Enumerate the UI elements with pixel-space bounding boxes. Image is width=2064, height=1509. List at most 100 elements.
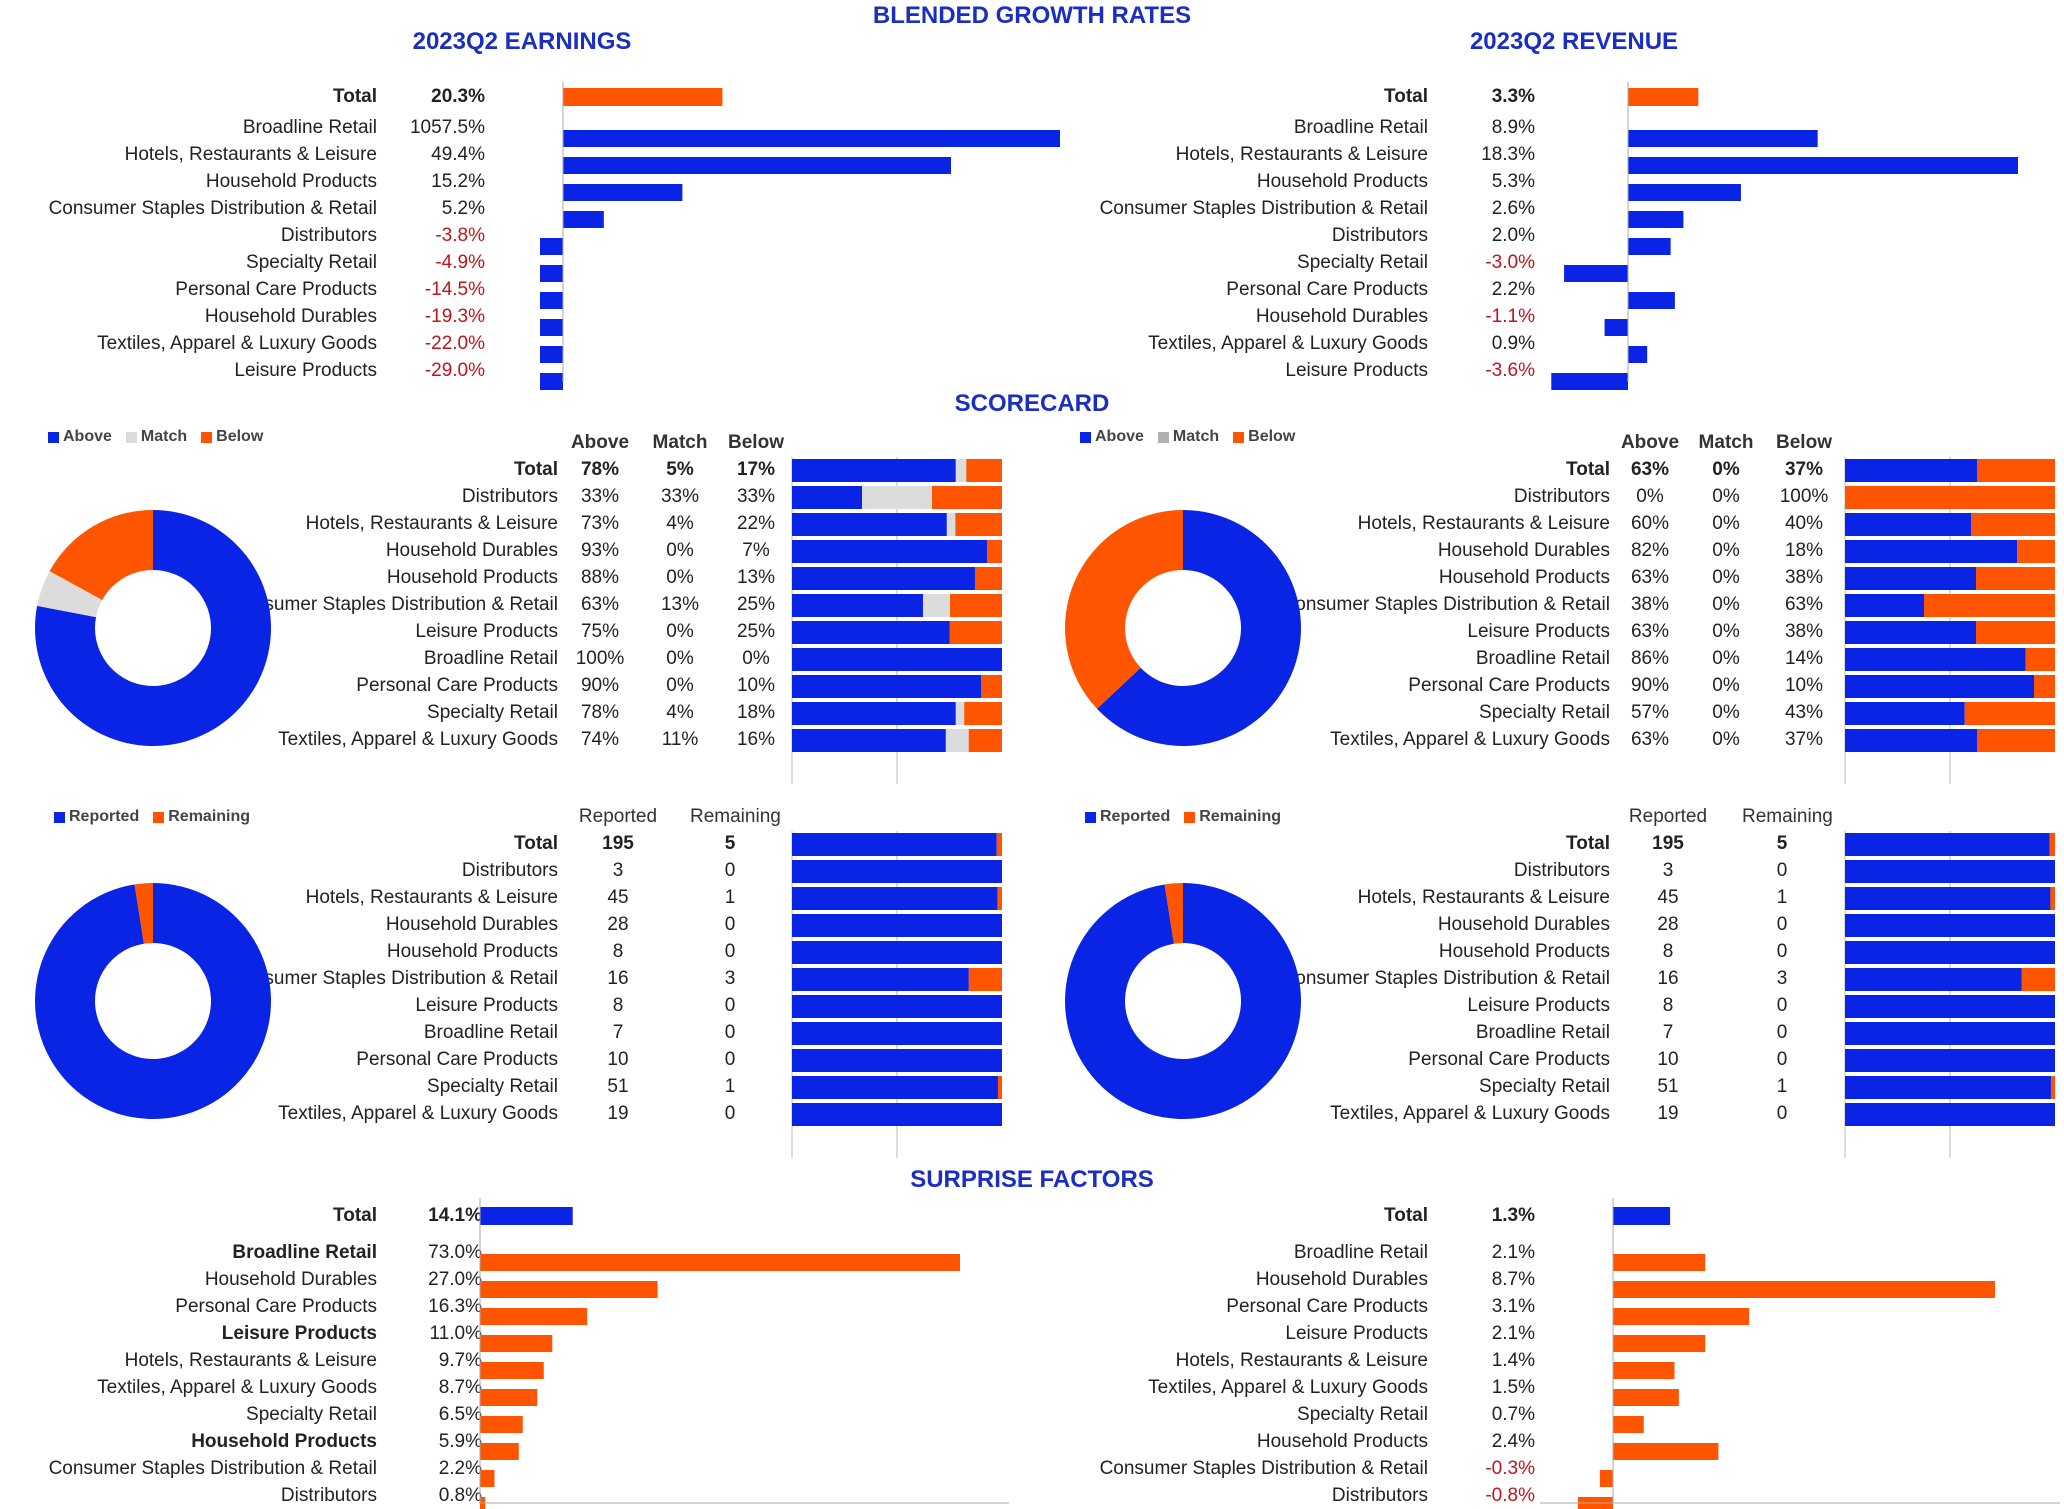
row-label-clip: Household Products	[262, 939, 558, 965]
legend-swatch	[54, 811, 65, 823]
category-label: Textiles, Apparel & Luxury Goods	[1148, 333, 1428, 354]
earnings-growth-title: 2023Q2 EARNINGS	[412, 28, 632, 55]
cell-value: 40%	[1784, 513, 1824, 534]
legend-item: Below	[1233, 428, 1295, 446]
category-label: Textiles, Apparel & Luxury Goods	[278, 729, 558, 750]
category-value: 15.2%	[431, 171, 485, 192]
cell-value: 0	[1776, 914, 1788, 935]
cell-value: 1	[724, 1076, 736, 1097]
cell-value: 1	[724, 887, 736, 908]
stack-segment-below	[1924, 594, 2055, 617]
bar-0	[563, 130, 1060, 147]
category-label: Consumer Staples Distribution & Retail	[1099, 1458, 1428, 1479]
stack-segment-remaining	[2050, 1076, 2055, 1099]
cell-value: 43%	[1784, 702, 1824, 723]
stack-segment-remaining	[2049, 833, 2055, 856]
category-label: Hotels, Restaurants & Leisure	[1357, 513, 1610, 534]
row-label-clip: Consumer Staples Distribution & Retail	[1296, 966, 1610, 992]
cell-value: 100%	[575, 648, 625, 669]
row-label-clip: Household Durables	[262, 538, 558, 564]
column-header: Below	[1776, 432, 1832, 453]
cell-value: 0	[724, 941, 736, 962]
cell-value: 18%	[736, 702, 776, 723]
legend-swatch	[1085, 811, 1096, 823]
legend-item: Match	[1157, 428, 1219, 446]
category-label: Specialty Retail	[246, 1404, 377, 1425]
legend-swatch	[1233, 431, 1245, 443]
stack-segment-reported	[1845, 833, 2050, 856]
cell-value: 14%	[1784, 648, 1824, 669]
category-label: Hotels, Restaurants & Leisure	[305, 887, 558, 908]
stack-segment-below	[2034, 675, 2055, 698]
cell-value: 0%	[666, 648, 694, 669]
category-label: Household Products	[1438, 941, 1610, 962]
cell-value: 0%	[1712, 729, 1740, 750]
category-label: Hotels, Restaurants & Leisure	[1175, 1350, 1428, 1371]
category-value: 2.4%	[1491, 1431, 1535, 1452]
category-label: Household Products	[1256, 171, 1428, 192]
category-label: Leisure Products	[234, 360, 377, 381]
stack-segment-above	[1845, 621, 1976, 644]
cell-value: 45	[607, 887, 629, 908]
cell-value: 63%	[1630, 567, 1670, 588]
bar-7	[480, 1443, 519, 1460]
legend-label: Above	[1095, 428, 1144, 445]
cell-value: 0	[1776, 1022, 1788, 1043]
bar-5	[1564, 265, 1628, 282]
bar-0	[1628, 130, 1818, 147]
category-value: -14.5%	[424, 279, 485, 300]
cell-value: 0%	[1712, 486, 1740, 507]
stack-segment-below	[2017, 540, 2055, 563]
row-label-clip: Total	[262, 831, 558, 857]
bar-3	[1628, 211, 1684, 228]
category-label: Hotels, Restaurants & Leisure	[124, 144, 377, 165]
legend-label: Below	[216, 428, 264, 445]
bar-6	[540, 292, 563, 309]
stack-segment-below	[2025, 648, 2055, 671]
cell-value: 51	[607, 1076, 629, 1097]
row-label-clip: Total	[1296, 457, 1610, 483]
stack-segment-above	[792, 621, 950, 644]
category-value: 2.0%	[1491, 225, 1535, 246]
cell-value: 37%	[1784, 729, 1824, 750]
cell-value: 0%	[1712, 459, 1740, 480]
cell-value: 0%	[1712, 513, 1740, 534]
stack-segment-above	[792, 648, 1002, 671]
stack-segment-above	[1845, 540, 2018, 563]
stack-segment-below	[955, 513, 1002, 536]
stack-segment-reported	[1845, 914, 2055, 937]
cell-value: 22%	[736, 513, 776, 534]
row-label-clip: Hotels, Restaurants & Leisure	[1296, 511, 1610, 537]
category-label: Leisure Products	[1467, 621, 1610, 642]
total-value: 3.3%	[1491, 86, 1535, 107]
earnings-growth-bars	[540, 82, 1060, 390]
cell-value: 45	[1657, 887, 1679, 908]
cell-value: 13%	[736, 567, 776, 588]
cell-value: 3	[724, 968, 736, 989]
total-value: 14.1%	[428, 1205, 482, 1226]
legend: Above Match Below	[48, 428, 263, 446]
legend-swatch	[1080, 431, 1091, 443]
row-label-clip: Leisure Products	[1296, 993, 1610, 1019]
legend: Reported Remaining	[1085, 808, 1281, 826]
category-value: 1.5%	[1491, 1377, 1535, 1398]
category-value: -3.6%	[1485, 360, 1535, 381]
bar-8	[540, 346, 563, 363]
row-label-clip: Broadline Retail	[1296, 646, 1610, 672]
category-label: Personal Care Products	[1226, 279, 1428, 300]
row-label-clip: Broadline Retail	[262, 646, 558, 672]
stack-segment-below	[949, 621, 1002, 644]
cell-value: 195	[602, 833, 634, 854]
stack-segment-below	[966, 459, 1002, 482]
category-value: 6.5%	[438, 1404, 482, 1425]
legend-item: Above	[1080, 428, 1144, 446]
scorecard-title: SCORECARD	[954, 390, 1110, 417]
column-header: Match	[652, 432, 708, 453]
category-value: 5.3%	[1491, 171, 1535, 192]
cell-value: 78%	[580, 702, 620, 723]
category-value: 0.9%	[1491, 333, 1535, 354]
stack-segment-above	[792, 729, 946, 752]
legend-swatch	[1184, 811, 1196, 823]
cell-value: 0%	[1636, 486, 1664, 507]
category-label: Textiles, Apparel & Luxury Goods	[97, 1377, 377, 1398]
